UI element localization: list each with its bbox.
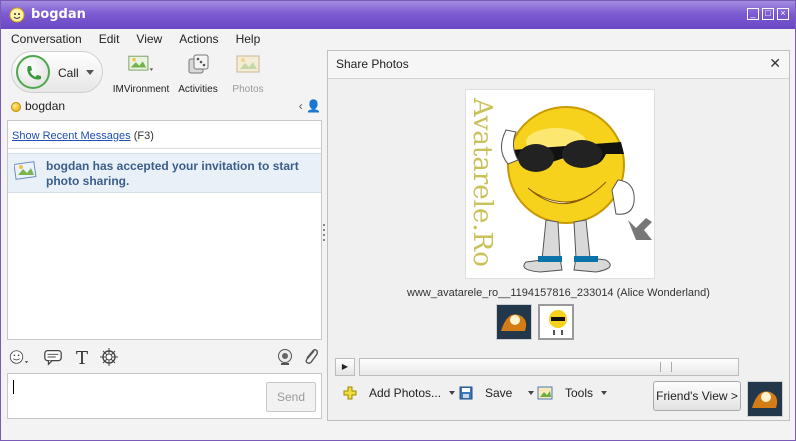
photo-slider-row: ▶ [333, 358, 784, 378]
text-caret [13, 380, 14, 394]
close-button[interactable]: × [777, 8, 789, 20]
phone-icon [27, 66, 41, 80]
thumbnail-strip [496, 304, 626, 342]
font-icon[interactable]: T [73, 347, 93, 367]
thumbnail-photo-2[interactable] [538, 304, 574, 340]
photo-caption: www_avatarele_ro__1194157816_233014 (Ali… [407, 287, 710, 299]
phone-icon-wrap [16, 55, 50, 89]
compose-toolbar: T [7, 344, 322, 370]
save-dropdown-icon[interactable] [528, 391, 535, 395]
current-photo[interactable]: Avatarele.Ro [465, 89, 655, 279]
menu-conversation[interactable]: Conversation [11, 32, 82, 46]
share-photos-title: Share Photos [336, 57, 409, 71]
recent-messages: Show Recent Messages (F3) [12, 130, 154, 142]
buddy-avatar[interactable] [747, 381, 783, 417]
message-input[interactable]: Send [7, 373, 322, 419]
send-button[interactable]: Send [266, 382, 316, 412]
menu-help[interactable]: Help [236, 32, 261, 46]
save-label: Save [485, 386, 513, 400]
paperclip-icon[interactable] [301, 347, 321, 367]
photos-icon [236, 55, 260, 73]
friends-view-button[interactable]: Friend's View > [653, 381, 741, 411]
close-icon[interactable]: ✕ [769, 55, 781, 72]
audibles-icon[interactable] [99, 347, 119, 367]
call-dropdown-icon[interactable] [86, 70, 94, 75]
minimize-button[interactable]: _ [747, 8, 759, 20]
svg-text:T: T [76, 348, 88, 367]
call-button[interactable]: Call [11, 51, 103, 93]
photos-label: Photos [232, 84, 264, 95]
imvironment-button[interactable]: IMVironment [111, 53, 171, 95]
slider-handle[interactable] [660, 362, 672, 372]
menu-edit[interactable]: Edit [99, 32, 120, 46]
activities-button[interactable]: Activities [177, 53, 219, 95]
photo-slider[interactable] [359, 358, 739, 376]
photos-button[interactable]: Photos [229, 53, 267, 95]
photo-sharing-icon [14, 161, 37, 180]
share-photos-panel: Share Photos ✕ Avatarele.Ro www_avatarel… [327, 50, 790, 421]
activities-icon [188, 54, 209, 74]
menu-bar: Conversation Edit View Actions Help [1, 29, 795, 49]
system-notice: bogdan has accepted your invitation to s… [8, 153, 321, 193]
show-recent-messages-link[interactable]: Show Recent Messages [12, 130, 131, 142]
photo-watermark: Avatarele.Ro [467, 97, 497, 267]
activities-label: Activities [178, 84, 218, 95]
tools-icon [537, 386, 553, 400]
resize-arrow-icon [628, 218, 652, 240]
window-title: bogdan [31, 7, 86, 22]
share-photos-header: Share Photos ✕ [328, 51, 789, 79]
thumbnail-photo-1[interactable] [496, 304, 532, 340]
contact-bar: bogdan ‹ 👤 [7, 97, 325, 117]
conversation-history[interactable]: Show Recent Messages (F3) bogdan has acc… [7, 120, 322, 340]
divider [8, 148, 321, 149]
photo-viewer: Avatarele.Ro www_avatarele_ro__119415781… [333, 84, 784, 348]
notice-text: bogdan has accepted your invitation to s… [46, 159, 299, 188]
messenger-icon [9, 7, 25, 23]
title-bar[interactable]: bogdan _ □ × [1, 1, 795, 29]
status-online-icon [11, 102, 21, 112]
save-button[interactable]: Save [459, 386, 535, 400]
menu-actions[interactable]: Actions [179, 32, 218, 46]
recent-messages-shortcut: (F3) [133, 130, 154, 142]
window-controls: _ □ × [747, 8, 789, 20]
play-icon[interactable]: ▶ [335, 358, 355, 376]
contact-panel-toggle-icon[interactable]: ‹ 👤 [299, 99, 321, 113]
smiley-photo-image: Avatarele.Ro [467, 97, 652, 273]
tools-button[interactable]: Tools [537, 386, 608, 400]
menu-view[interactable]: View [136, 32, 162, 46]
save-icon [459, 386, 473, 400]
contact-name[interactable]: bogdan [25, 99, 65, 113]
add-photos-label: Add Photos... [369, 386, 442, 400]
add-photos-dropdown-icon[interactable] [449, 391, 456, 395]
webcam-icon[interactable] [275, 347, 295, 367]
imvironment-icon [128, 55, 154, 71]
tools-dropdown-icon[interactable] [601, 391, 608, 395]
share-photos-actions: Add Photos... Save Tools Friend's View > [333, 381, 784, 417]
conversation-toolbar: Call IMVironment Activities Photos [7, 51, 325, 97]
tools-label: Tools [565, 386, 594, 400]
call-label: Call [58, 66, 79, 80]
emoticon-icon[interactable] [9, 347, 29, 367]
plus-icon [343, 386, 357, 400]
messenger-window: bogdan _ □ × Conversation Edit View Acti… [0, 0, 796, 441]
add-photos-button[interactable]: Add Photos... [343, 386, 456, 400]
speech-bubble-icon[interactable] [43, 347, 63, 367]
imvironment-label: IMVironment [112, 84, 170, 95]
pane-splitter[interactable] [322, 221, 326, 247]
maximize-button[interactable]: □ [762, 8, 774, 20]
